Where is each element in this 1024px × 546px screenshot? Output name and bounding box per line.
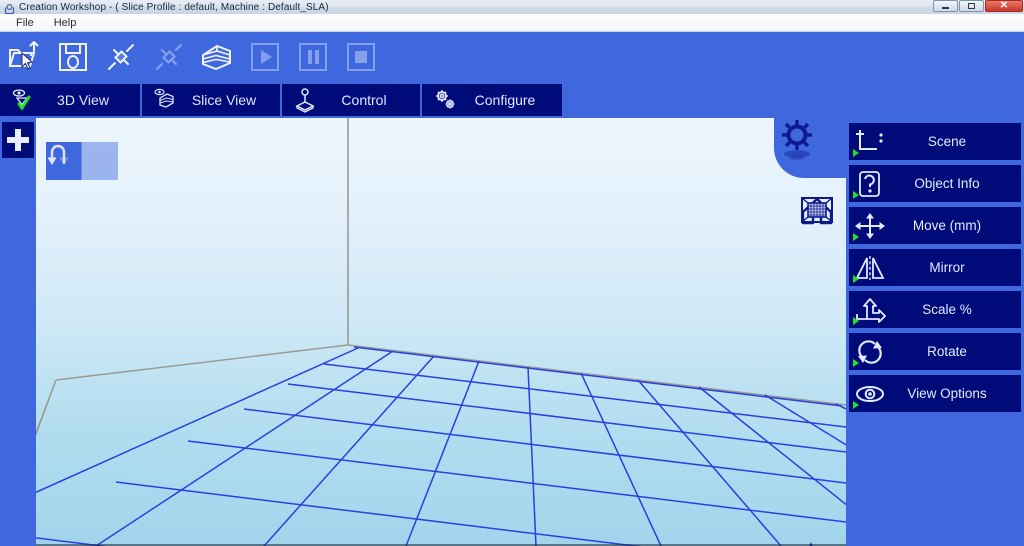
expander-triangle-icon[interactable] [853, 401, 859, 409]
play-button[interactable] [244, 36, 286, 78]
minimize-button[interactable] [933, 0, 958, 12]
connect-button[interactable] [100, 36, 142, 78]
panel-mirror[interactable]: Mirror [849, 249, 1021, 286]
left-rail [0, 118, 36, 546]
expander-triangle-icon[interactable] [853, 149, 859, 157]
panel-scale-label: Scale % [922, 302, 972, 317]
joystick-icon [292, 87, 318, 113]
application-window: Creation Workshop - ( Slice Profile : de… [0, 0, 1024, 546]
disconnect-button[interactable] [148, 36, 190, 78]
window-title: Creation Workshop - ( Slice Profile : de… [19, 1, 329, 13]
main-toolbar [0, 32, 1024, 82]
window-controls: ✕ [933, 0, 1023, 12]
panel-scene[interactable]: Scene [849, 123, 1021, 160]
expander-triangle-icon[interactable] [853, 275, 859, 283]
add-object-button[interactable] [2, 122, 34, 158]
tab-control-label: Control [341, 92, 387, 108]
expander-triangle-icon[interactable] [853, 317, 859, 325]
open-file-button[interactable] [4, 36, 46, 78]
tab-3d-view[interactable]: 3D View [0, 84, 140, 116]
save-file-button[interactable] [52, 36, 94, 78]
tab-configure[interactable]: Configure [422, 84, 562, 116]
pause-button[interactable] [292, 36, 334, 78]
menu-bar: File Help [0, 14, 1024, 32]
eye-stack-icon [152, 87, 178, 113]
panel-object-info-label: Object Info [914, 176, 980, 191]
menu-help[interactable]: Help [46, 16, 85, 30]
close-button[interactable]: ✕ [985, 0, 1023, 12]
tab-3d-view-label: 3D View [57, 92, 109, 108]
expander-triangle-icon[interactable] [853, 233, 859, 241]
tool-panel-sidebar: Scene Object Info Move (mm) Mirror Scale… [846, 118, 1024, 546]
tab-configure-label: Configure [474, 92, 536, 108]
3d-viewport[interactable]: X Y [36, 118, 846, 546]
tab-control[interactable]: Control [282, 84, 420, 116]
undo-redo-group [46, 142, 118, 180]
panel-view-options-label: View Options [907, 386, 987, 401]
expander-triangle-icon[interactable] [853, 359, 859, 367]
title-bar[interactable]: Creation Workshop - ( Slice Profile : de… [0, 0, 1024, 14]
tab-slice-view-label: Slice View [191, 92, 257, 108]
view-tab-bar: 3D View Slice View Control Configure [0, 82, 1024, 118]
panel-mirror-label: Mirror [929, 260, 965, 275]
slice-button[interactable] [196, 36, 238, 78]
3d-scene: X Y [36, 118, 846, 546]
stop-button[interactable] [340, 36, 382, 78]
panel-scene-label: Scene [927, 134, 967, 149]
eye-check-icon [10, 87, 36, 113]
panel-rotate-label: Rotate [927, 344, 967, 359]
panel-move-label: Move (mm) [912, 218, 982, 233]
menu-file[interactable]: File [8, 16, 42, 30]
redo-button[interactable] [50, 142, 118, 180]
panel-move[interactable]: Move (mm) [849, 207, 1021, 244]
lighting-settings-button[interactable] [774, 118, 846, 178]
panel-scale[interactable]: Scale % [849, 291, 1021, 328]
expander-triangle-icon[interactable] [853, 191, 859, 199]
tab-slice-view[interactable]: Slice View [142, 84, 280, 116]
gears-icon [432, 87, 458, 113]
app-logo-icon [4, 2, 15, 14]
panel-object-info[interactable]: Object Info [849, 165, 1021, 202]
viewport-view-buttons [800, 194, 838, 280]
platform-view-button[interactable] [800, 197, 838, 280]
panel-rotate[interactable]: Rotate [849, 333, 1021, 370]
maximize-button[interactable] [959, 0, 984, 12]
panel-view-options[interactable]: View Options [849, 375, 1021, 412]
